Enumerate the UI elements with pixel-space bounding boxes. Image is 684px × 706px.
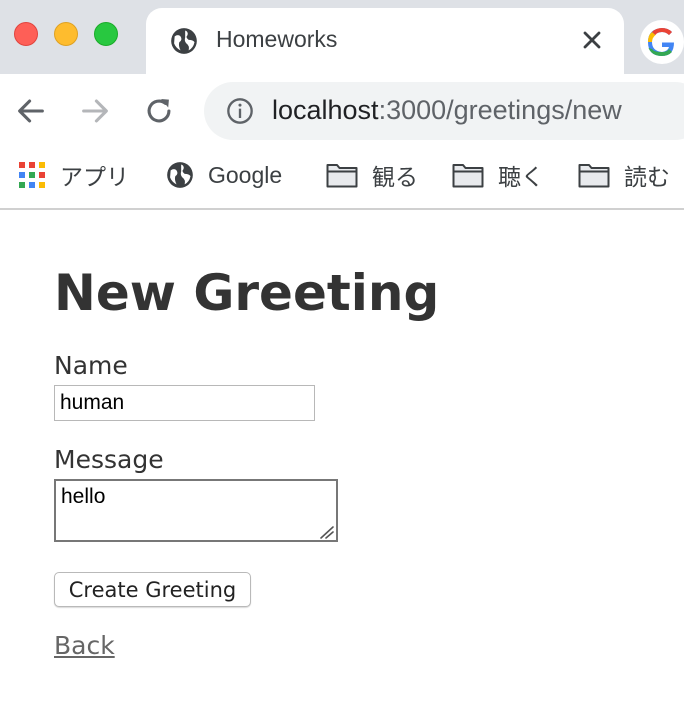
url-host: localhost: [272, 95, 379, 125]
globe-icon: [167, 162, 193, 188]
bookmark-label: 読む: [624, 164, 670, 190]
name-input[interactable]: [54, 385, 315, 421]
resize-handle-icon[interactable]: [318, 525, 334, 539]
globe-icon: [171, 28, 197, 54]
folder-icon: [578, 164, 610, 188]
page-content: New Greeting Name Message hello Create G…: [0, 212, 684, 706]
bookmark-label: 聴く: [498, 164, 544, 190]
minimize-window-button[interactable]: [54, 22, 78, 46]
url-text: localhost:3000/greetings/new: [272, 95, 622, 126]
message-textarea[interactable]: hello: [54, 479, 338, 542]
tab-strip: Homeworks: [0, 0, 684, 74]
bookmark-folder-listen[interactable]: 聴く: [452, 160, 544, 190]
bookmark-label: Google: [208, 161, 283, 188]
tab-title: Homeworks: [216, 26, 338, 52]
forward-arrow-icon[interactable]: [78, 94, 112, 128]
name-label: Name: [54, 351, 128, 380]
folder-icon: [326, 164, 358, 188]
apps-grid-icon: [19, 162, 45, 188]
bookmark-label: アプリ: [60, 164, 129, 190]
create-greeting-button[interactable]: Create Greeting: [54, 572, 251, 607]
bookmark-folder-watch[interactable]: 観る: [326, 160, 418, 190]
browser-tab-active[interactable]: Homeworks: [146, 8, 624, 74]
bookmark-google[interactable]: Google: [166, 160, 282, 190]
back-link[interactable]: Back: [54, 631, 115, 660]
close-window-button[interactable]: [14, 22, 38, 46]
folder-icon: [452, 164, 484, 188]
browser-toolbar: localhost:3000/greetings/new: [0, 74, 684, 148]
close-icon[interactable]: [580, 28, 604, 52]
info-icon[interactable]: [226, 97, 254, 125]
bookmark-folder-read[interactable]: 読む: [578, 160, 670, 190]
bookmark-label: 観る: [372, 164, 418, 190]
url-path: :3000/greetings/new: [378, 95, 622, 125]
address-bar[interactable]: localhost:3000/greetings/new: [204, 82, 684, 140]
page-title: New Greeting: [54, 264, 440, 322]
bookmarks-bar: アプリ Google 観る 聴く 読む: [0, 148, 684, 210]
maximize-window-button[interactable]: [94, 22, 118, 46]
back-arrow-icon[interactable]: [14, 94, 48, 128]
google-favicon-icon[interactable]: [640, 20, 684, 64]
bookmark-apps[interactable]: アプリ: [18, 160, 129, 190]
reload-icon[interactable]: [142, 94, 176, 128]
message-label: Message: [54, 445, 164, 474]
